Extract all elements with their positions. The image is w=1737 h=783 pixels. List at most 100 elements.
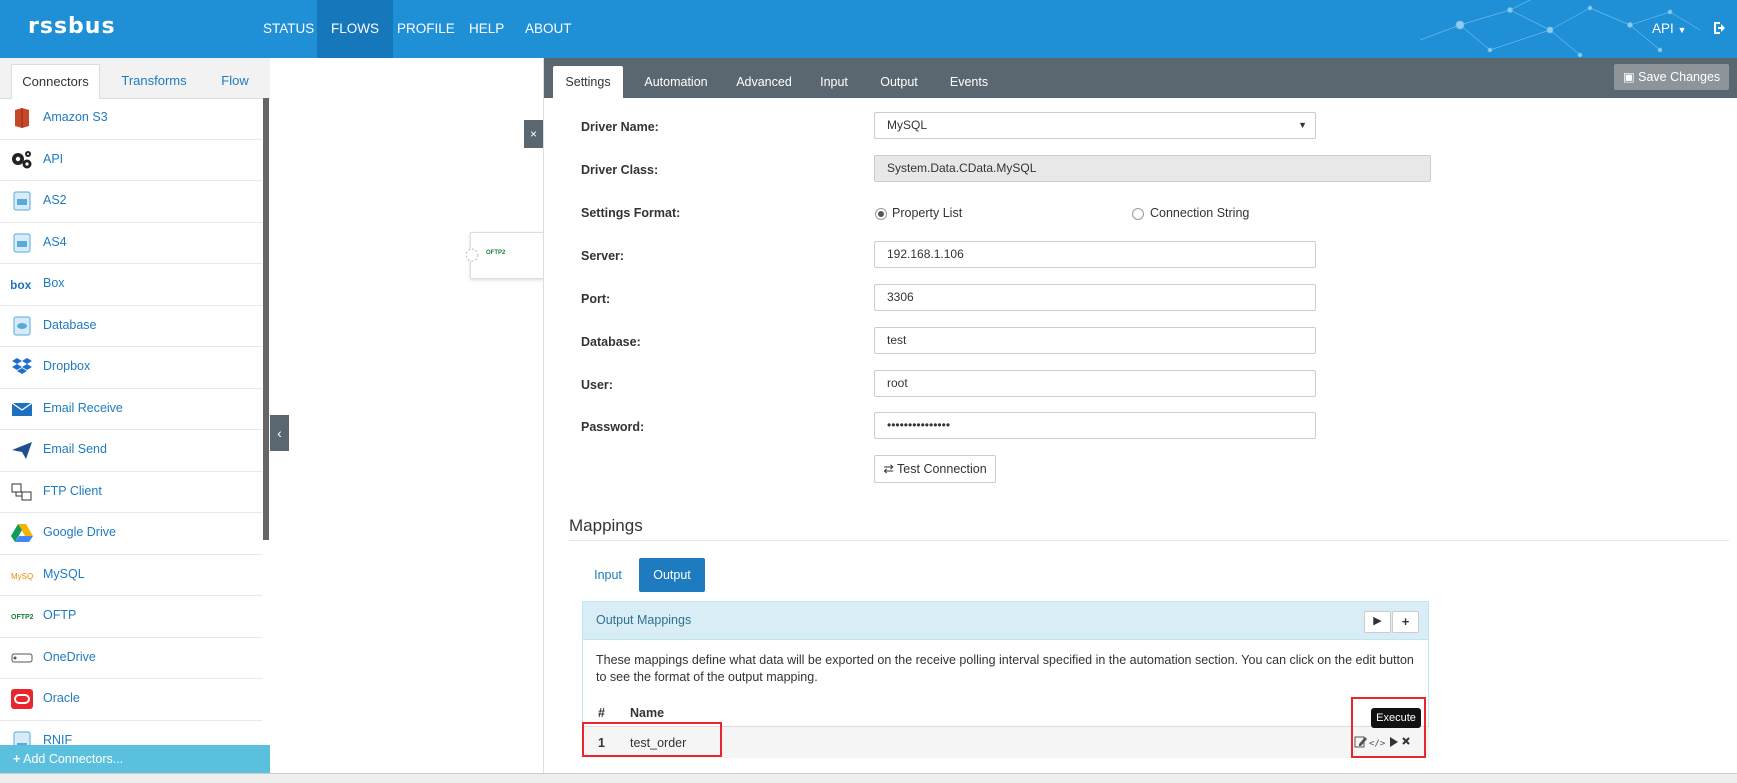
tab-output[interactable]: Output <box>869 66 929 98</box>
connector-label: AS2 <box>43 193 67 207</box>
close-settings-button[interactable]: × <box>524 120 543 148</box>
nav-flows[interactable]: FLOWS <box>317 0 394 58</box>
list-item[interactable]: Oracle <box>0 679 262 721</box>
svg-text:OFTP2: OFTP2 <box>11 614 33 621</box>
connector-label: OneDrive <box>43 649 96 664</box>
list-item[interactable]: Dropbox <box>0 347 262 389</box>
connector-label: Dropbox <box>43 359 91 373</box>
test-connection-label: Test Connection <box>897 462 987 476</box>
nav-help[interactable]: HELP <box>455 0 518 58</box>
list-item[interactable]: OFTP2 OFTP <box>0 596 262 638</box>
tab-connectors[interactable]: Connectors <box>11 64 100 99</box>
server-input[interactable]: 192.168.1.106 <box>874 241 1316 268</box>
password-input[interactable]: ••••••••••••••• <box>874 412 1316 439</box>
user-label: User: <box>581 378 613 392</box>
driver-name-label: Driver Name: <box>581 120 659 134</box>
server-label: Server: <box>581 249 625 263</box>
nav-about[interactable]: ABOUT <box>511 0 586 58</box>
flow-canvas[interactable] <box>270 58 543 782</box>
connector-label: Database <box>43 317 97 332</box>
oracle-icon <box>11 689 33 709</box>
list-item[interactable]: AS4 <box>0 223 262 264</box>
add-connectors-label: Add Connectors... <box>23 752 124 766</box>
driver-class-field: System.Data.CData.MySQL <box>874 155 1431 182</box>
user-input[interactable]: root <box>874 370 1316 397</box>
driver-name-value: MySQL <box>887 118 928 132</box>
mappings-tab-input[interactable]: Input <box>580 558 636 592</box>
ftp-icon <box>11 483 32 500</box>
app-logo[interactable]: rssbus <box>28 14 116 39</box>
amazon-s3-icon <box>15 108 29 128</box>
logout-icon[interactable] <box>1712 20 1728 36</box>
execute-all-button[interactable]: ▶ <box>1364 611 1391 633</box>
rnif-icon <box>13 731 31 745</box>
connector-label: Google Drive <box>43 525 116 539</box>
database-input[interactable]: test <box>874 327 1316 354</box>
column-header-number: # <box>598 706 605 720</box>
svg-text:MySQL: MySQL <box>11 572 33 581</box>
connector-list: Amazon S3 API AS2 AS4 box Box Database D… <box>0 98 262 745</box>
test-connection-button[interactable]: ⇄ Test Connection <box>874 455 996 483</box>
list-item[interactable]: OneDrive <box>0 638 262 679</box>
list-item[interactable]: Amazon S3 <box>0 98 262 140</box>
tab-settings[interactable]: Settings <box>553 66 623 98</box>
list-item[interactable]: Google Drive <box>0 513 262 555</box>
dropbox-icon <box>12 358 32 374</box>
paper-plane-icon <box>12 442 32 459</box>
user-menu[interactable]: API ▼ <box>1652 0 1686 58</box>
caret-down-icon: ▼ <box>1298 120 1307 130</box>
settings-panel: Settings Automation Advanced Input Outpu… <box>543 58 1737 782</box>
close-icon: × <box>529 127 537 141</box>
add-mapping-button[interactable]: + <box>1392 611 1419 633</box>
list-item[interactable]: Email Receive <box>0 389 262 430</box>
driver-name-select[interactable]: MySQL ▼ <box>874 112 1316 139</box>
connector-label: Amazon S3 <box>43 110 108 124</box>
collapse-panel-button[interactable]: ‹ <box>270 415 289 451</box>
connector-label: MySQL <box>43 566 85 581</box>
list-item[interactable]: RNIF <box>0 721 262 745</box>
node-label: OFTP2 <box>486 250 506 256</box>
list-item[interactable]: box Box <box>0 264 262 306</box>
mappings-tab-output[interactable]: Output <box>639 558 705 592</box>
tab-advanced[interactable]: Advanced <box>729 66 799 98</box>
connector-label: Email Send <box>43 442 107 456</box>
list-item[interactable]: API <box>0 140 262 181</box>
svg-text:box: box <box>11 278 32 292</box>
output-mappings-title: Output Mappings <box>596 613 692 627</box>
tab-automation[interactable]: Automation <box>636 66 716 98</box>
tab-input[interactable]: Input <box>809 66 859 98</box>
add-connectors-button[interactable]: + Add Connectors... <box>0 745 270 773</box>
execute-tooltip: Execute <box>1371 708 1421 728</box>
connector-label: FTP Client <box>43 483 102 498</box>
list-item[interactable]: AS2 <box>0 181 262 223</box>
tab-transforms[interactable]: Transforms <box>110 64 198 98</box>
mappings-divider <box>569 540 1729 541</box>
palette-tabs: Connectors Transforms Flow <box>0 58 270 99</box>
connector-label: AS4 <box>43 234 67 249</box>
play-icon: ▶ <box>1373 615 1382 627</box>
flow-node-oftp[interactable]: OFTP2 <box>465 232 547 279</box>
connection-string-radio[interactable] <box>1132 208 1144 220</box>
exchange-icon: ⇄ <box>883 462 894 476</box>
palette-scrollbar[interactable] <box>263 98 269 540</box>
floppy-disk-icon: ▣ <box>1622 70 1635 84</box>
tab-events[interactable]: Events <box>939 66 999 98</box>
database-icon <box>13 316 31 335</box>
list-item[interactable]: Database <box>0 306 262 347</box>
save-changes-button[interactable]: ▣ Save Changes <box>1614 64 1729 90</box>
tab-flow[interactable]: Flow <box>210 64 260 98</box>
user-menu-label: API <box>1652 21 1674 36</box>
caret-down-icon: ▼ <box>1677 25 1687 35</box>
plus-icon: + <box>1401 614 1410 629</box>
output-mappings-description: These mappings define what data will be … <box>596 653 1414 684</box>
connector-label: API <box>43 151 64 166</box>
port-input[interactable]: 3306 <box>874 284 1316 311</box>
driver-class-label: Driver Class: <box>581 163 659 177</box>
list-item[interactable]: MySQL MySQL <box>0 555 262 596</box>
settings-tabs: Settings Automation Advanced Input Outpu… <box>544 58 1737 98</box>
mappings-heading: Mappings <box>569 516 643 535</box>
node-connector-port-icon <box>465 248 479 262</box>
list-item[interactable]: FTP Client <box>0 472 262 513</box>
list-item[interactable]: Email Send <box>0 430 262 472</box>
property-list-radio[interactable] <box>875 208 887 220</box>
